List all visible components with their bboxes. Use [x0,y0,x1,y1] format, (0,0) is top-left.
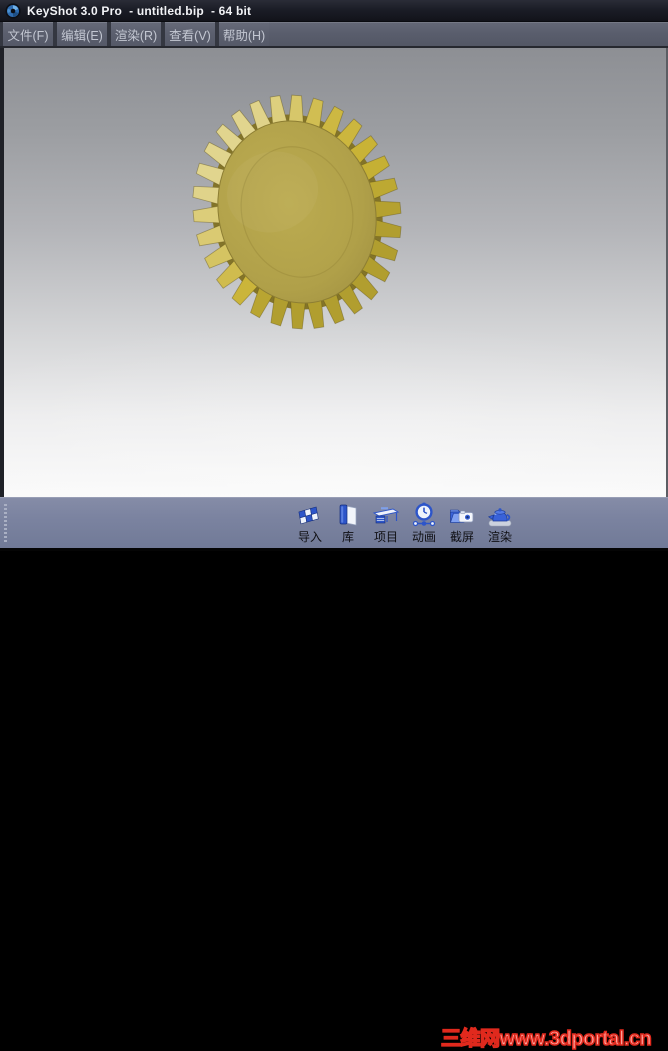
import-icon [298,506,319,525]
window-title: KeyShot 3.0 Pro - untitled.bip - 64 bit [27,3,252,18]
toolbar-label-import: 导入 [297,530,322,544]
menu-help[interactable]: 帮助(H) [219,22,269,46]
toolbar-item-import[interactable]: 导入 [292,501,328,544]
realtime-viewport[interactable] [0,48,668,497]
toolbar-label-project: 项目 [373,530,398,544]
toolbar-drag-handle[interactable] [4,504,7,543]
render-icon [487,508,512,527]
menu-bar: 文件(F) 编辑(E) 渲染(R) 查看(V) 帮助(H) [0,22,668,46]
app-window: KeyShot 3.0 Pro - untitled.bip - 64 bit … [0,0,668,1051]
toolbar-item-project[interactable]: 项目 [368,501,404,544]
title-bar[interactable]: KeyShot 3.0 Pro - untitled.bip - 64 bit [0,0,668,22]
toolbar-item-screenshot[interactable]: 截屏 [444,501,480,544]
animation-icon [412,502,436,527]
toolbar-item-render[interactable]: 渲染 [482,501,518,544]
toolbar-label-screenshot-capture: 动画 [411,530,436,544]
menu-bar-filler [269,22,668,46]
keyshot-aperture-icon [5,2,21,19]
toolbar-item-animation[interactable]: 动画 [406,501,442,544]
toolbar-item-library[interactable]: 库 [330,501,366,544]
toolbar-items: 导入 库 项目 动画 截屏 渲染 [292,501,518,544]
toolbar-label-screenshot: 截屏 [449,530,474,544]
toolbar-label-render: 渲染 [487,530,512,544]
project-icon [372,507,400,524]
menu-view[interactable]: 查看(V) [165,22,215,46]
bottom-toolbar: 导入 库 项目 动画 截屏 渲染 三维网www.3dportal.cn [0,497,668,1051]
menu-edit[interactable]: 编辑(E) [57,22,107,46]
watermark-3dportal: 三维网www.3dportal.cn [440,1027,652,1051]
menu-render[interactable]: 渲染(R) [111,22,161,46]
menu-file[interactable]: 文件(F) [3,22,53,46]
library-icon [339,504,357,526]
gear-model[interactable] [4,48,666,497]
toolbar-label-library: 库 [341,530,354,544]
screenshot-icon [450,509,474,523]
